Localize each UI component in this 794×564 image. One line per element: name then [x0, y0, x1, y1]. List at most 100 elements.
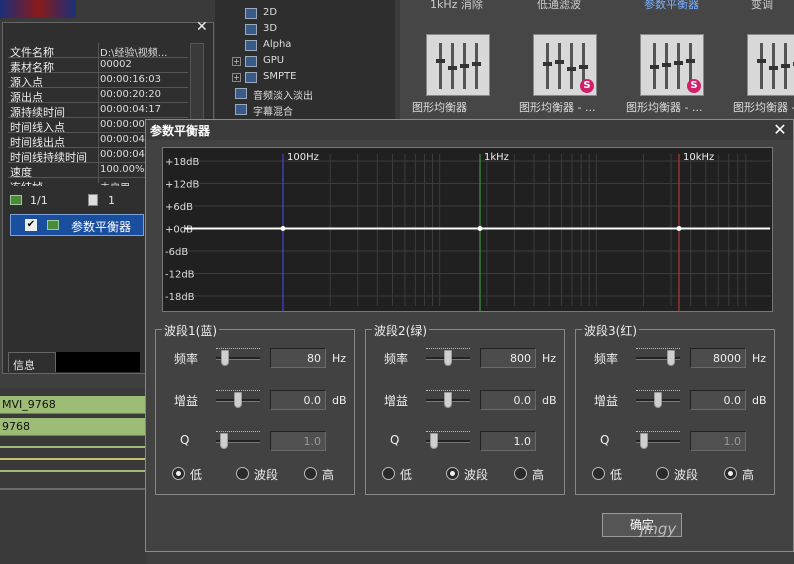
- filter-type-radio[interactable]: [724, 467, 737, 480]
- freq-unit: Hz: [542, 352, 557, 365]
- filter-type-radio[interactable]: [382, 467, 395, 480]
- transition-icon: [245, 40, 257, 51]
- gain-label: 增益: [594, 394, 619, 408]
- eq-knob-graphic: [686, 59, 695, 63]
- property-value: 00:00:20:20: [100, 89, 162, 100]
- property-value: 00:00:04:17: [100, 104, 162, 115]
- q-slider[interactable]: [636, 431, 680, 449]
- slider-thumb[interactable]: [220, 433, 228, 449]
- eq-slider-graphic: [570, 43, 573, 89]
- filter-type-label: 波段: [674, 468, 699, 482]
- effect-preset-thumbnail[interactable]: [426, 34, 490, 96]
- effect-preset-label: 图形均衡器: [412, 101, 467, 114]
- q-label: Q: [600, 433, 610, 447]
- frequency-label: 10kHz: [683, 152, 714, 163]
- transition-tree: 2D 3D Alpha + GPU + SMPTE 音频淡入淡出 字幕混合: [215, 0, 395, 120]
- applied-effect-item[interactable]: ✔ 参数平衡器: [10, 214, 144, 236]
- tree-item[interactable]: 2D: [215, 6, 395, 22]
- gain-slider[interactable]: [636, 390, 680, 408]
- db-tick-label: -18dB: [165, 292, 195, 303]
- gain-value-field[interactable]: 0.0: [690, 390, 746, 410]
- tree-item[interactable]: Alpha: [215, 38, 395, 54]
- parametric-eq-dialog: 参数平衡器 ✕ +18dB +12dB +6dB +0dB -6dB -12dB -18dB…: [145, 119, 794, 552]
- expand-icon[interactable]: +: [232, 57, 241, 66]
- filter-type-radio[interactable]: [236, 467, 249, 480]
- slider-thumb[interactable]: [430, 433, 438, 449]
- eq-slider-graphic: [546, 43, 549, 89]
- gain-unit: dB: [332, 394, 347, 407]
- freq-value-field[interactable]: 8000: [690, 348, 746, 368]
- freq-unit: Hz: [752, 352, 767, 365]
- transition-icon: [245, 72, 257, 83]
- gain-slider[interactable]: [426, 390, 470, 408]
- slider-thumb[interactable]: [444, 392, 452, 408]
- slider-thumb[interactable]: [667, 350, 675, 366]
- eq-knob-graphic: [757, 59, 766, 63]
- tree-item[interactable]: 音频淡入淡出: [215, 86, 395, 102]
- eq-response-graph[interactable]: +18dB +12dB +6dB +0dB -6dB -12dB -18dB 100Hz 1kH…: [162, 147, 773, 312]
- q-value-field[interactable]: 1.0: [480, 431, 536, 451]
- gain-value-field[interactable]: 0.0: [270, 390, 326, 410]
- db-tick-label: +18dB: [165, 157, 199, 168]
- preset-badge-icon: S: [687, 79, 701, 93]
- filter-type-radio[interactable]: [656, 467, 669, 480]
- freq-slider[interactable]: [426, 348, 470, 366]
- tree-item[interactable]: 3D: [215, 22, 395, 38]
- transition-icon: [245, 56, 257, 67]
- effect-preset-thumbnail[interactable]: S: [747, 34, 794, 96]
- timeline-area: MVI_9768 9768: [0, 388, 146, 564]
- eq-knob-graphic: [579, 65, 588, 69]
- slider-thumb[interactable]: [444, 350, 452, 366]
- q-slider[interactable]: [426, 431, 470, 449]
- expand-icon[interactable]: +: [232, 73, 241, 82]
- filter-type-radio[interactable]: [592, 467, 605, 480]
- band-title: 波段3(红): [582, 322, 639, 339]
- gain-slider[interactable]: [216, 390, 260, 408]
- effect-enable-checkbox[interactable]: ✔: [25, 219, 37, 231]
- eq-knob-graphic: [472, 62, 481, 66]
- info-panel-close-icon[interactable]: ✕: [196, 20, 210, 34]
- slider-thumb[interactable]: [234, 392, 242, 408]
- filter-type-label: 高: [532, 468, 545, 482]
- band-handle: [676, 226, 682, 231]
- db-tick-label: -12dB: [165, 270, 195, 281]
- freq-slider[interactable]: [636, 348, 680, 366]
- eq-knob-graphic: [662, 63, 671, 67]
- effect-preset-thumbnail[interactable]: S: [640, 34, 704, 96]
- timeline-clip[interactable]: 9768: [0, 418, 146, 436]
- effects-palette: 1kHz 消除 低通滤波 参数平衡器 变调 图形均衡器 S 图形均衡器 - ... S 图形均衡…: [400, 0, 794, 120]
- dialog-close-icon[interactable]: ✕: [770, 120, 790, 140]
- dialog-titlebar[interactable]: 参数平衡器 ✕: [146, 120, 793, 140]
- eq-knob-graphic: [555, 60, 564, 64]
- effect-preset-thumbnail[interactable]: S: [533, 34, 597, 96]
- q-slider[interactable]: [216, 431, 260, 449]
- eq-knob-graphic: [436, 59, 445, 63]
- freq-value-field[interactable]: 80: [270, 348, 326, 368]
- tree-item-label: 2D: [263, 7, 278, 18]
- freq-slider[interactable]: [216, 348, 260, 366]
- band-handle: [477, 226, 483, 231]
- tree-item[interactable]: 字幕混合: [215, 102, 395, 118]
- filter-type-label: 低: [610, 468, 623, 482]
- eq-knob-graphic: [448, 66, 457, 70]
- tree-item[interactable]: + GPU: [215, 54, 395, 70]
- slider-thumb[interactable]: [221, 350, 229, 366]
- filter-type-label: 低: [400, 468, 413, 482]
- eq-slider-graphic: [439, 43, 442, 89]
- slider-thumb[interactable]: [640, 433, 648, 449]
- audio-track-line: [0, 488, 146, 490]
- filter-type-radio[interactable]: [304, 467, 317, 480]
- filter-type-radio[interactable]: [172, 467, 185, 480]
- filter-type-radio[interactable]: [514, 467, 527, 480]
- timeline-clip[interactable]: MVI_9768: [0, 396, 146, 414]
- gain-value-field[interactable]: 0.0: [480, 390, 536, 410]
- freq-value-field[interactable]: 800: [480, 348, 536, 368]
- tab-info[interactable]: 信息: [8, 352, 56, 372]
- filter-type-radio[interactable]: [446, 467, 459, 480]
- db-tick-label: +12dB: [165, 180, 199, 191]
- eq-slider-graphic: [677, 43, 680, 89]
- slider-thumb[interactable]: [654, 392, 662, 408]
- effect-preset-label: 图形均衡器 - ...: [733, 101, 794, 114]
- filter-type-label: 高: [322, 468, 335, 482]
- tree-item[interactable]: + SMPTE: [215, 70, 395, 86]
